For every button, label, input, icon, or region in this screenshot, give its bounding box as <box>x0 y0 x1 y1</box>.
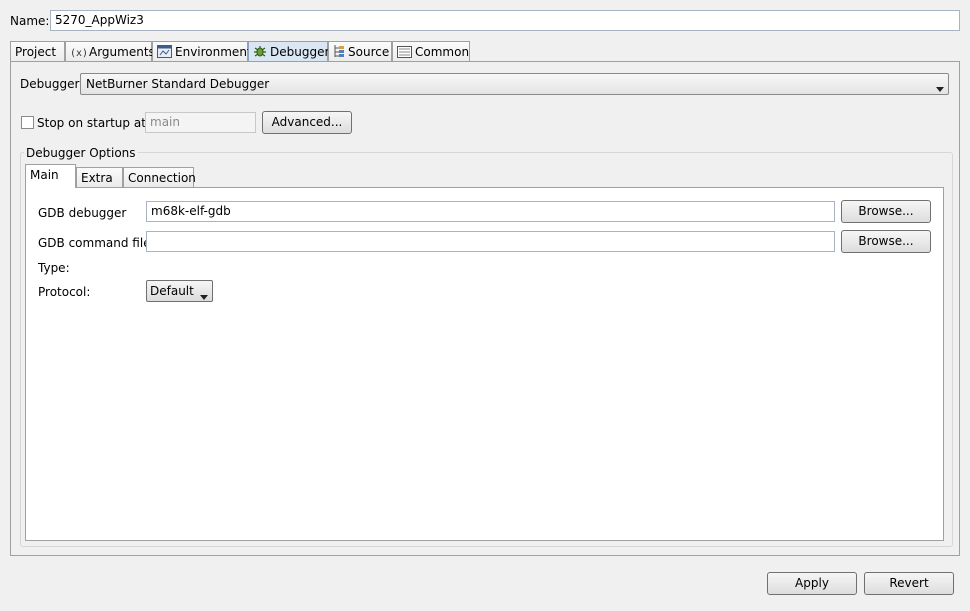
chevron-down-icon <box>200 289 208 303</box>
gdb-debugger-browse-button[interactable]: Browse... <box>841 200 931 223</box>
revert-button[interactable]: Revert <box>864 572 954 595</box>
tab-project[interactable]: Project <box>10 41 65 61</box>
name-input[interactable]: 5270_AppWiz3 <box>50 10 960 31</box>
tab-project-label: Project <box>15 45 57 59</box>
apply-button[interactable]: Apply <box>767 572 857 595</box>
subtab-extra[interactable]: Extra <box>76 167 123 189</box>
subtab-connection[interactable]: Connection <box>123 167 196 189</box>
subtab-main[interactable]: Main <box>25 164 76 188</box>
stop-on-startup-input[interactable]: main <box>145 112 256 133</box>
gdb-debugger-input[interactable]: m68k-elf-gdb <box>146 201 835 222</box>
gdb-command-file-browse-button[interactable]: Browse... <box>841 230 931 253</box>
advanced-button[interactable]: Advanced... <box>262 111 352 134</box>
type-label: Type: <box>38 261 70 275</box>
protocol-select-value: Default <box>150 284 194 298</box>
svg-text:(x)=: (x)= <box>70 48 86 58</box>
tab-source-label: Source <box>348 45 390 59</box>
subtab-connection-label: Connection <box>128 171 196 185</box>
arguments-icon: (x)= <box>70 46 94 62</box>
subtab-main-panel: GDB debugger m68k-elf-gdb Browse... GDB … <box>25 187 944 541</box>
stop-on-startup-label: Stop on startup at: <box>37 116 150 130</box>
gdb-command-file-label: GDB command file: <box>38 236 155 250</box>
stop-on-startup-checkbox[interactable] <box>21 116 34 129</box>
gdb-debugger-label: GDB debugger <box>38 206 127 220</box>
tab-common-label: Common <box>415 45 470 59</box>
debugger-label: Debugger: <box>20 77 84 91</box>
protocol-label: Protocol: <box>38 285 91 299</box>
tab-environment-label: Environment <box>175 45 252 59</box>
environment-icon <box>157 45 172 62</box>
name-label: Name: <box>10 14 50 28</box>
tab-common[interactable]: Common <box>392 41 470 61</box>
protocol-select[interactable]: Default <box>146 280 213 302</box>
gdb-command-file-input[interactable] <box>146 231 835 252</box>
tab-arguments-label: Arguments <box>89 45 155 59</box>
subtab-main-label: Main <box>30 168 59 182</box>
tab-source[interactable]: Source <box>328 41 392 61</box>
source-icon <box>333 44 345 62</box>
tab-arguments[interactable]: (x)= Arguments <box>65 41 155 62</box>
chevron-down-icon <box>936 81 944 95</box>
debugger-select-value: NetBurner Standard Debugger <box>86 77 270 91</box>
debugger-options-group-label: Debugger Options <box>24 146 138 160</box>
debugger-select[interactable]: NetBurner Standard Debugger <box>80 73 949 95</box>
tab-environment[interactable]: Environment <box>152 41 252 62</box>
debugger-bug-icon <box>253 44 267 62</box>
tab-debugger[interactable]: Debugger <box>248 41 330 62</box>
common-icon <box>397 46 412 62</box>
tab-debugger-label: Debugger <box>270 45 330 59</box>
subtab-extra-label: Extra <box>81 171 113 185</box>
